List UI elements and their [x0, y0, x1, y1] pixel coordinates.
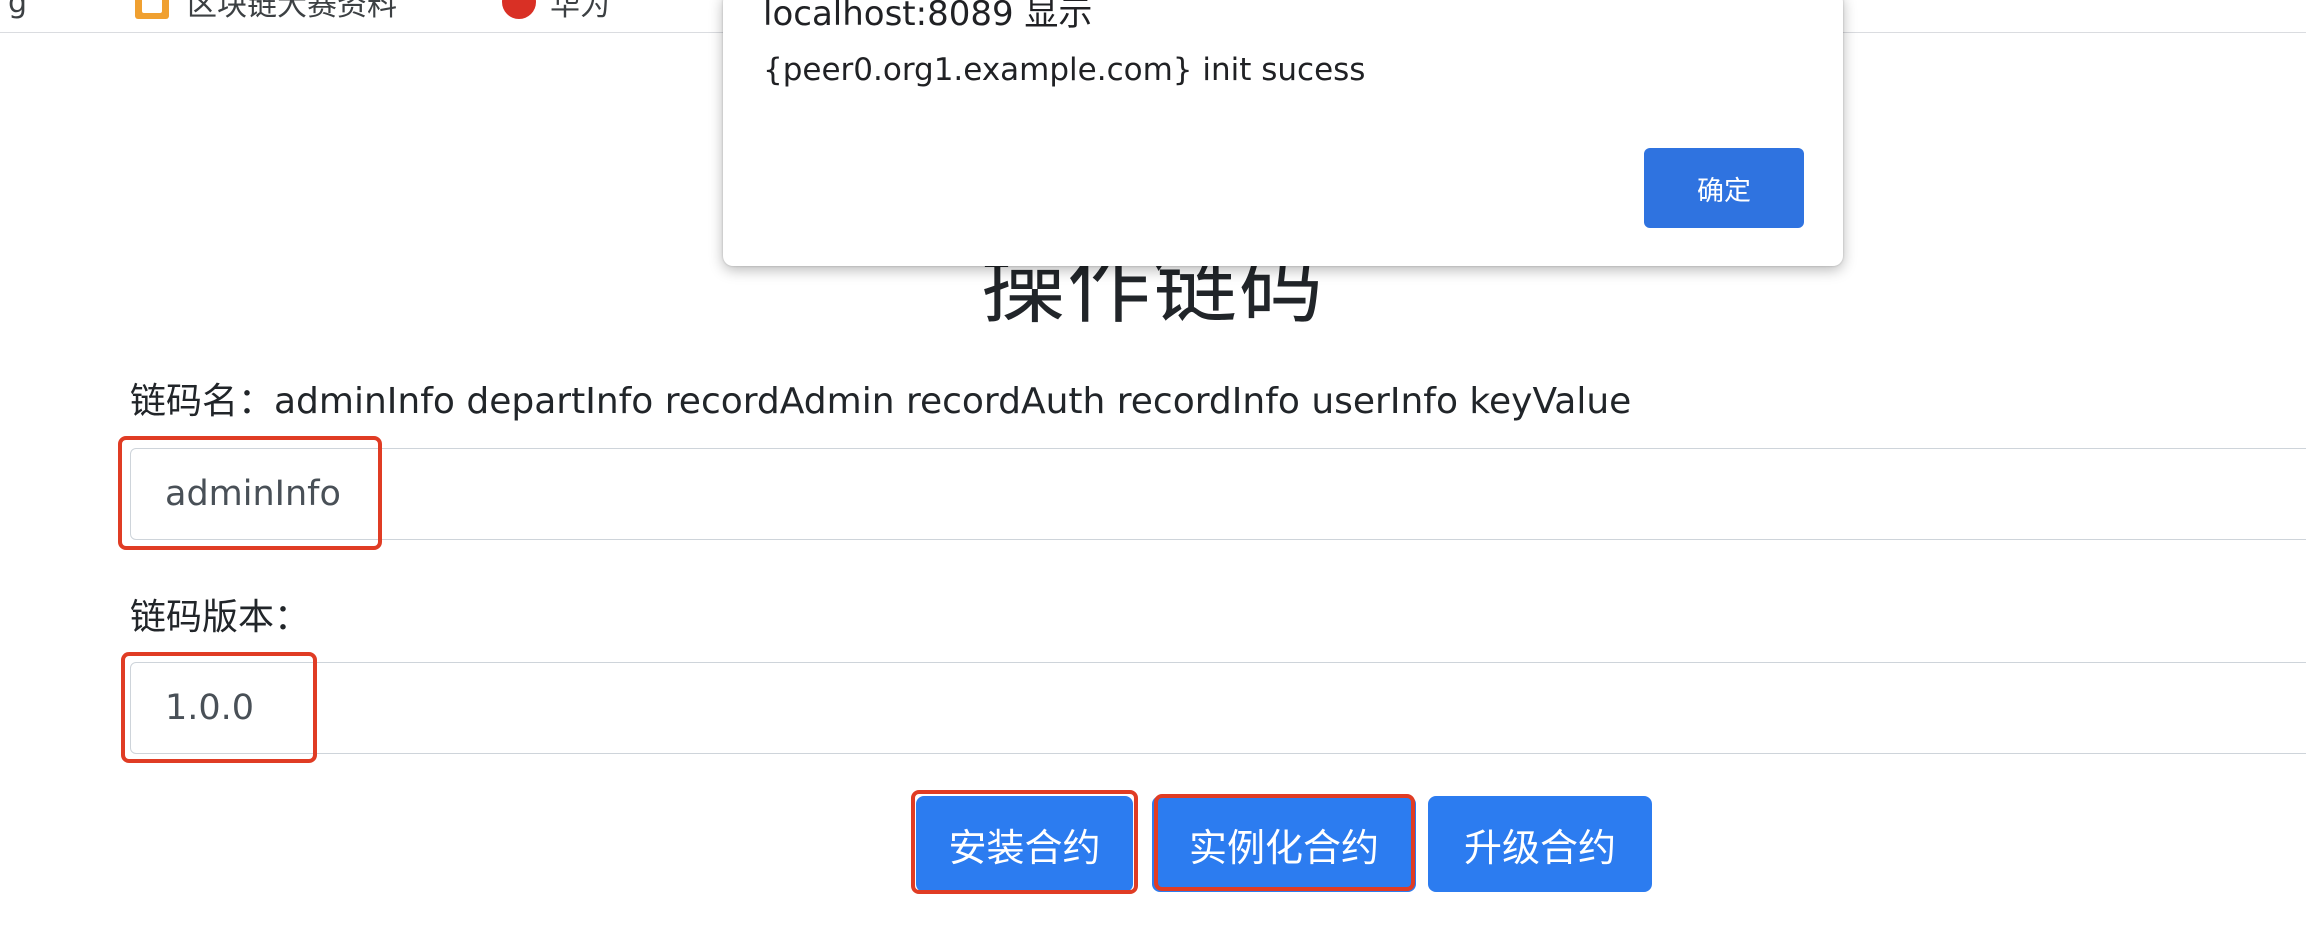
bookmark-item-first[interactable]: g — [8, 0, 27, 22]
alert-dialog: localhost:8089 显示 {peer0.org1.example.co… — [723, 0, 1843, 266]
install-contract-button[interactable]: 安装合约 — [916, 796, 1133, 892]
browser-page: g 区块链大赛资料 华为 操作链码 链码名：adminInfo departIn… — [0, 0, 2306, 930]
chaincode-name-label: 链码名：adminInfo departInfo recordAdmin rec… — [130, 381, 1632, 422]
upgrade-contract-button[interactable]: 升级合约 — [1428, 796, 1652, 892]
chaincode-name-input[interactable] — [130, 448, 2306, 540]
chaincode-version-input[interactable] — [130, 662, 2306, 754]
bookmark-item-blockchain[interactable]: 区块链大赛资料 — [135, 0, 397, 23]
chaincode-version-label: 链码版本： — [130, 597, 311, 638]
bookmark-label: 华为 — [550, 0, 610, 23]
bookmark-label: 区块链大赛资料 — [187, 0, 397, 23]
bookmark-dot-icon — [502, 0, 536, 19]
alert-message: {peer0.org1.example.com} init sucess — [763, 52, 1366, 88]
instantiate-contract-button[interactable]: 实例化合约 — [1152, 796, 1416, 892]
alert-title: localhost:8089 显示 — [763, 0, 1093, 34]
alert-ok-button[interactable]: 确定 — [1644, 148, 1804, 228]
bookmark-item-huawei[interactable]: 华为 — [502, 0, 610, 23]
bookmark-label: g — [8, 0, 28, 20]
bookmark-doc-icon — [135, 0, 169, 19]
